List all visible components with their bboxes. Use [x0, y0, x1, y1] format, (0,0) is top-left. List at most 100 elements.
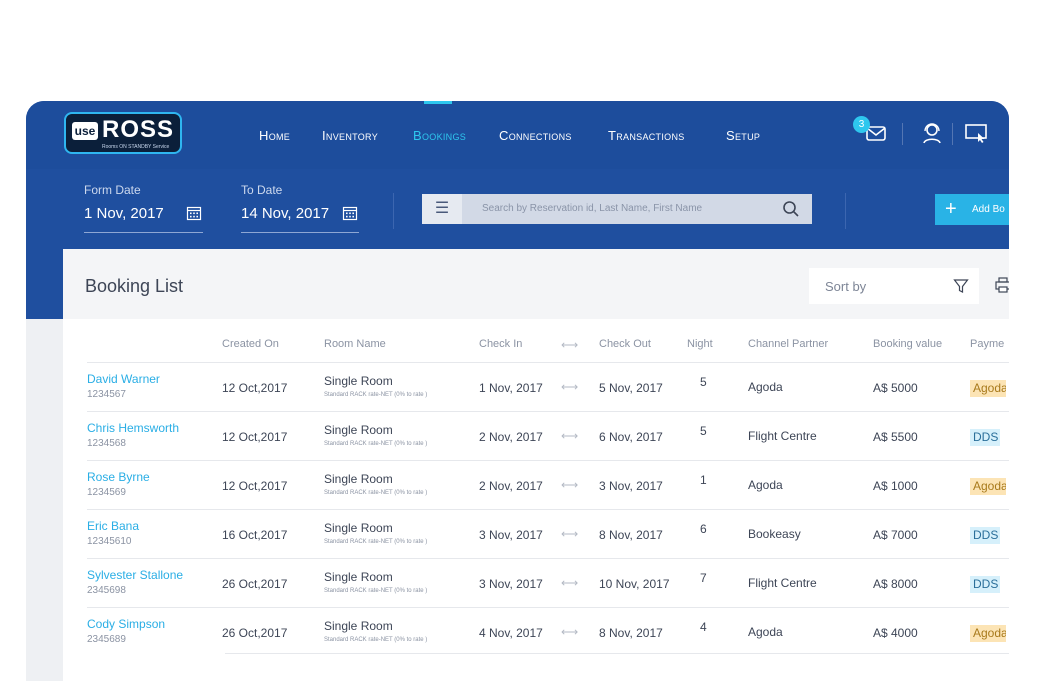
- table-row[interactable]: Rose Byrne 1234569 12 Oct,2017 Single Room S…: [87, 460, 1009, 510]
- payment-badge: DDS: [970, 429, 1000, 446]
- reservation-id: 12345610: [87, 536, 132, 547]
- guest-name-link[interactable]: Rose Byrne: [87, 470, 150, 484]
- night-cell: 4: [700, 620, 707, 634]
- created-on-cell: 12 Oct,2017: [222, 381, 288, 395]
- night-cell: 1: [700, 473, 707, 487]
- channel-partner-cell: Agoda: [748, 380, 783, 394]
- swap-arrows-icon: ⟷: [561, 576, 579, 590]
- check-out-cell: 8 Nov, 2017: [599, 528, 663, 542]
- page-title: Booking List: [85, 276, 184, 296]
- check-out-cell: 8 Nov, 2017: [599, 626, 663, 640]
- filter-separator: [845, 193, 846, 229]
- nav-bookings[interactable]: Bookings: [413, 128, 466, 143]
- room-rate-cell: Standard RACK rate-NET (0% to rate ): [324, 490, 428, 496]
- nav-setup[interactable]: Setup: [726, 128, 760, 143]
- guest-name-link[interactable]: Eric Bana: [87, 519, 139, 533]
- swap-arrows-icon: ⟷: [561, 338, 579, 352]
- sort-dropdown[interactable]: Sort by: [809, 268, 979, 304]
- payment-badge: Agoda: [970, 380, 1006, 397]
- nav-transactions[interactable]: Transactions: [608, 128, 685, 143]
- logo-use-text: use: [72, 122, 98, 140]
- check-in-cell: 4 Nov, 2017: [479, 626, 543, 640]
- calendar-icon[interactable]: [342, 205, 358, 221]
- booking-value-cell: A$ 7000: [873, 528, 918, 542]
- swap-arrows-icon: ⟷: [561, 625, 579, 639]
- swap-arrows-icon: ⟷: [561, 478, 579, 492]
- payment-badge: DDS: [970, 576, 1000, 593]
- night-cell: 5: [700, 375, 707, 389]
- reservation-id: 1234568: [87, 438, 126, 449]
- swap-arrows-icon: ⟷: [561, 527, 579, 541]
- from-date-label: Form Date: [84, 183, 141, 197]
- nav-divider: [902, 123, 903, 145]
- screen-cursor-icon[interactable]: [964, 121, 988, 145]
- guest-name-link[interactable]: Cody Simpson: [87, 617, 165, 631]
- filter-separator: [393, 193, 394, 229]
- night-cell: 7: [700, 571, 707, 585]
- room-rate-cell: Standard RACK rate-NET (0% to rate ): [324, 392, 428, 398]
- table-row[interactable]: Eric Bana 12345610 16 Oct,2017 Single Room S…: [87, 509, 1009, 559]
- nav-home[interactable]: Home: [259, 128, 290, 143]
- nav-connections[interactable]: Connections: [499, 128, 572, 143]
- header-check-out: Check Out: [599, 338, 651, 350]
- created-on-cell: 26 Oct,2017: [222, 626, 288, 640]
- support-agent-icon[interactable]: [920, 121, 944, 145]
- nav-inventory[interactable]: Inventory: [322, 128, 378, 143]
- channel-partner-cell: Bookeasy: [748, 527, 801, 541]
- table-row[interactable]: Cody Simpson 2345689 26 Oct,2017 Single Roo…: [87, 607, 1009, 657]
- room-rate-cell: Standard RACK rate-NET (0% to rate ): [324, 588, 428, 594]
- channel-partner-cell: Agoda: [748, 625, 783, 639]
- nav-divider: [952, 123, 953, 145]
- guest-name-link[interactable]: Chris Hemsworth: [87, 421, 179, 435]
- swap-arrows-icon: ⟷: [561, 380, 579, 394]
- filter-icon[interactable]: [953, 278, 969, 294]
- payment-badge: DDS: [970, 527, 1000, 544]
- channel-partner-cell: Agoda: [748, 478, 783, 492]
- check-in-cell: 1 Nov, 2017: [479, 381, 543, 395]
- room-name-cell: Single Room: [324, 472, 393, 486]
- check-out-cell: 3 Nov, 2017: [599, 479, 663, 493]
- created-on-cell: 12 Oct,2017: [222, 430, 288, 444]
- reservation-id: 1234567: [87, 389, 126, 400]
- check-out-cell: 5 Nov, 2017: [599, 381, 663, 395]
- to-date-label: To Date: [241, 183, 283, 197]
- search-input[interactable]: Search by Reservation id, Last Name, Fir…: [482, 203, 702, 214]
- check-out-cell: 6 Nov, 2017: [599, 430, 663, 444]
- booking-value-cell: A$ 8000: [873, 577, 918, 591]
- check-in-cell: 2 Nov, 2017: [479, 430, 543, 444]
- plus-icon: +: [945, 198, 957, 220]
- print-icon[interactable]: [995, 277, 1009, 293]
- channel-partner-cell: Flight Centre: [748, 429, 817, 443]
- booking-value-cell: A$ 5000: [873, 381, 918, 395]
- menu-icon[interactable]: ☰: [422, 194, 462, 224]
- booking-value-cell: A$ 4000: [873, 626, 918, 640]
- to-date-value[interactable]: 14 Nov, 2017: [241, 205, 329, 222]
- guest-name-link[interactable]: David Warner: [87, 372, 160, 386]
- logo-ross-text: ROSS: [102, 116, 175, 143]
- search-bar[interactable]: ☰ Search by Reservation id, Last Name, F…: [422, 194, 812, 224]
- booking-value-cell: A$ 1000: [873, 479, 918, 493]
- ross-logo[interactable]: use ROSS Rooms ON STANDBY Service: [64, 112, 182, 154]
- check-out-cell: 10 Nov, 2017: [599, 577, 670, 591]
- created-on-cell: 26 Oct,2017: [222, 577, 288, 591]
- table-row[interactable]: David Warner 1234567 12 Oct,2017 Single Roo…: [87, 362, 1009, 412]
- booking-list-panel: Booking List Sort by Created On Room Nam…: [63, 249, 1009, 681]
- guest-name-link[interactable]: Sylvester Stallone: [87, 568, 183, 582]
- add-booking-button[interactable]: + Add Bo: [935, 194, 1009, 225]
- add-booking-label: Add Bo: [972, 204, 1005, 215]
- to-date-underline: [241, 232, 359, 233]
- channel-partner-cell: Flight Centre: [748, 576, 817, 590]
- header-check-in: Check In: [479, 338, 523, 350]
- check-in-cell: 2 Nov, 2017: [479, 479, 543, 493]
- from-date-value[interactable]: 1 Nov, 2017: [84, 205, 164, 222]
- active-nav-indicator: [424, 101, 452, 104]
- payment-badge: Agoda: [970, 478, 1006, 495]
- table-row[interactable]: Chris Hemsworth 1234568 12 Oct,2017 Single …: [87, 411, 1009, 461]
- room-name-cell: Single Room: [324, 423, 393, 437]
- calendar-icon[interactable]: [186, 205, 202, 221]
- table-row[interactable]: Sylvester Stallone 2345698 26 Oct,2017 Sing…: [87, 558, 1009, 608]
- header-created-on: Created On: [222, 338, 279, 350]
- search-icon[interactable]: [782, 200, 800, 218]
- reservation-id: 1234569: [87, 487, 126, 498]
- reservation-id: 2345689: [87, 634, 126, 645]
